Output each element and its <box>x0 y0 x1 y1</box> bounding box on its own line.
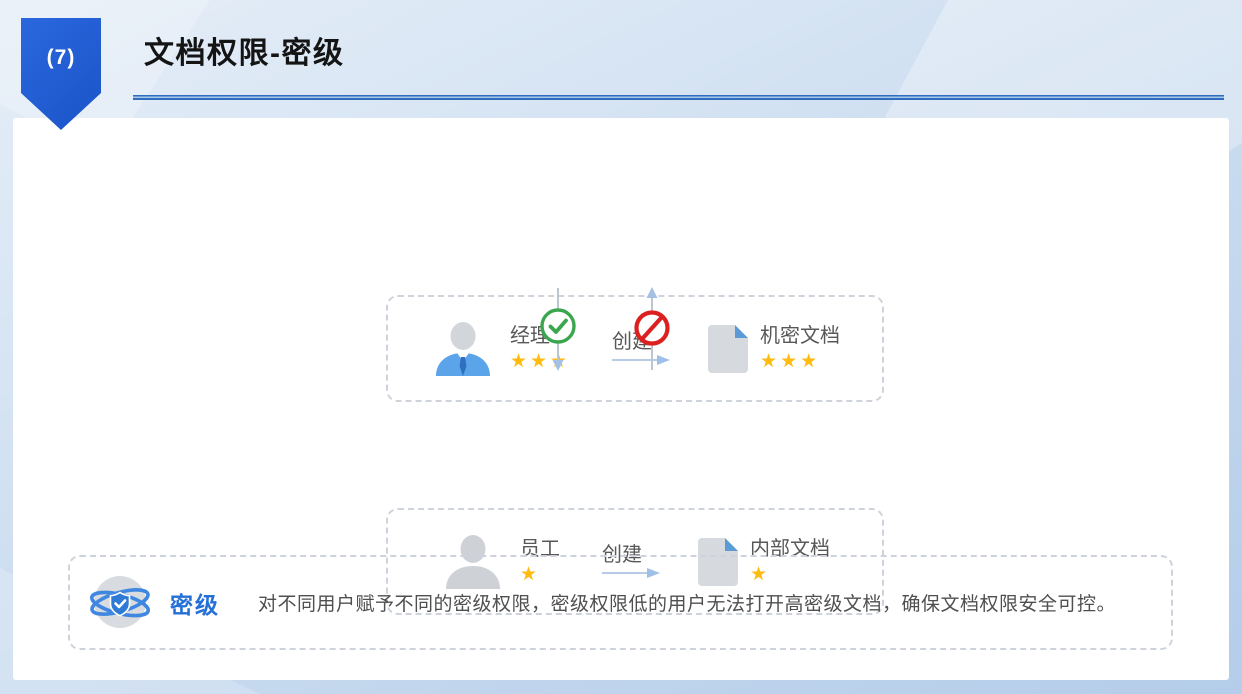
manager-person-icon <box>430 322 496 376</box>
chapter-number: (7) <box>47 46 76 130</box>
content-panel: 经理 ★★★ 创建 机密文档 ★★★ <box>13 118 1229 680</box>
summary-label: 密级 <box>170 586 220 620</box>
summary-box: 密级 对不同用户赋予不同的密级权限，密级权限低的用户无法打开高密级文档，确保文档… <box>68 555 1173 650</box>
check-circle-icon <box>542 310 574 342</box>
no-entry-icon <box>637 313 668 344</box>
denied-open-arrow <box>632 286 672 372</box>
summary-text: 对不同用户赋予不同的密级权限，密级权限低的用户无法打开高密级文档，确保文档权限安… <box>258 589 1116 616</box>
slide: (7) 文档权限-密级 经理 ★★★ 创建 <box>0 0 1242 694</box>
confidential-document-icon <box>708 325 748 373</box>
allowed-open-arrow <box>538 286 578 372</box>
page-title: 文档权限-密级 <box>144 28 345 72</box>
document-star-rating: ★★★ <box>760 350 840 374</box>
security-globe-icon <box>88 572 152 634</box>
title-underline <box>133 95 1224 100</box>
document-label: 机密文档 <box>760 324 840 348</box>
document-labels: 机密文档 ★★★ <box>760 324 840 374</box>
chapter-badge: (7) <box>21 18 101 130</box>
